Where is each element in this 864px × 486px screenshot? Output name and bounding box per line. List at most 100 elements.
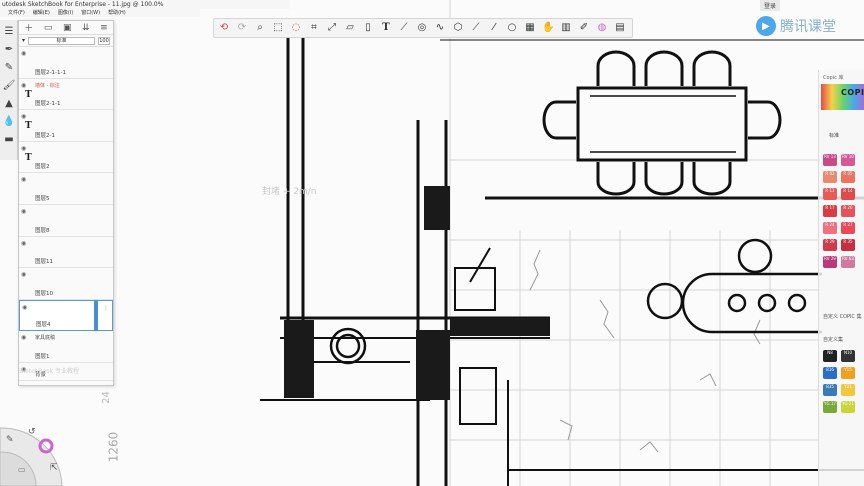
copic-swatch[interactable]: R 17 — [823, 205, 837, 217]
text-layer-icon: T — [25, 152, 32, 163]
copic-swatch[interactable]: RV 29 — [823, 256, 837, 268]
drop-icon[interactable]: 💧 — [2, 114, 16, 128]
redo-icon[interactable]: ⟳ — [236, 22, 248, 34]
ellipse-icon[interactable]: ◎ — [416, 22, 428, 34]
menu-edit[interactable]: 编辑(E) — [33, 9, 50, 17]
copic-swatch[interactable]: Y21 — [841, 384, 855, 396]
menu-icon[interactable]: ☰ — [2, 24, 16, 38]
color-wheel-icon[interactable]: ◍ — [596, 22, 608, 34]
copic-swatch[interactable]: R 14 — [841, 188, 855, 200]
stroke-icon[interactable]: ⁄ — [488, 22, 500, 34]
menu-help[interactable]: 帮助(H) — [108, 9, 126, 17]
distort-icon[interactable]: ▱ — [344, 22, 356, 34]
signin-button[interactable]: 登录 — [760, 0, 781, 11]
layer-options-icon[interactable]: ⋮ — [103, 305, 109, 312]
copic-swatch[interactable]: R 35 — [841, 239, 855, 251]
circle-icon[interactable]: ○ — [506, 22, 518, 34]
ruler-label-top: 24 — [100, 391, 112, 404]
copic-swatch[interactable]: Y15 — [841, 367, 855, 379]
eye-icon[interactable]: ◉ — [21, 145, 26, 152]
layer-name: 图层11 — [35, 259, 53, 266]
add-layer-icon[interactable]: ＋ — [24, 21, 33, 34]
opacity-field[interactable]: 100 — [98, 36, 110, 45]
eraser-icon[interactable]: ▬ — [2, 132, 16, 146]
flipbook-icon[interactable]: ▥ — [560, 22, 572, 34]
line-icon[interactable]: ⟋ — [470, 22, 482, 34]
eye-icon[interactable]: ◉ — [21, 113, 26, 120]
layers-toggle-icon[interactable]: ▤ — [614, 22, 626, 34]
layer-item[interactable]: ◉ 图层5 — [19, 173, 113, 205]
select-icon[interactable]: ⬚ — [272, 22, 284, 34]
copic-swatch[interactable]: R 05 — [841, 171, 855, 183]
layer-item[interactable]: ◉ T 图层2 — [19, 142, 113, 174]
menu-file[interactable]: 文件(F) — [8, 9, 25, 17]
pen-icon[interactable]: ✒ — [2, 42, 16, 56]
pencil-icon[interactable]: ✎ — [2, 60, 16, 74]
copic-swatch[interactable]: B16 — [823, 367, 837, 379]
copic-swatch[interactable]: YG 21 — [841, 401, 855, 413]
copic-swatch[interactable]: YG 17 — [823, 401, 837, 413]
eye-icon[interactable]: ◉ — [21, 334, 26, 341]
lagoon-radial-menu[interactable]: ✎ ↺ ⇱ ▭ — [0, 412, 80, 486]
ruler-icon[interactable]: ⟋ — [398, 22, 410, 34]
text-icon[interactable]: T — [380, 22, 392, 34]
layer-item[interactable]: ◉ 图层2-1-1-1 — [19, 47, 113, 79]
blend-mode-select[interactable]: 标准 — [28, 36, 95, 45]
copic-swatch[interactable]: N8 — [823, 350, 837, 362]
eye-icon[interactable]: ◉ — [21, 271, 26, 278]
canvas-ruler[interactable]: 24 1260 — [98, 388, 120, 486]
logo-text: 腾讯课堂 — [780, 19, 836, 35]
image-layer-icon[interactable]: ▣ — [63, 23, 72, 33]
perspective-icon[interactable]: ⬡ — [452, 22, 464, 34]
merge-icon[interactable]: ⇊ — [82, 23, 90, 33]
eye-icon[interactable]: ◉ — [22, 304, 27, 311]
more-icon[interactable]: ≡ — [100, 23, 108, 33]
zoom-icon[interactable]: ⌕ — [254, 22, 266, 34]
lasso-icon[interactable]: ◌ — [290, 22, 302, 34]
marker-icon[interactable]: ▲ — [2, 96, 16, 110]
layer-item[interactable]: ◉ 墙体 · 标注 T 图层2-1-1 — [19, 79, 113, 111]
undo-icon[interactable]: ⟲ — [218, 22, 230, 34]
copic-swatch[interactable]: N10 — [841, 350, 855, 362]
brush-library-icon[interactable]: ✐ — [578, 22, 590, 34]
layer-opacity-bar[interactable] — [94, 300, 98, 331]
copic-swatch[interactable]: R 24 — [823, 222, 837, 234]
copic-swatch[interactable]: R 29 — [823, 239, 837, 251]
copic-tab[interactable]: 标准 — [829, 132, 839, 139]
copic-swatch[interactable]: R 27 — [841, 222, 855, 234]
curve-icon[interactable]: ∿ — [434, 22, 446, 34]
menu-image[interactable]: 图像(I) — [58, 9, 73, 17]
layer-item[interactable]: ◉ 图层8 — [19, 205, 113, 237]
menu-window[interactable]: 窗口(W) — [81, 9, 100, 17]
crop-icon[interactable]: ⌗ — [308, 22, 320, 34]
layer-extra-label: 家具底稿 — [35, 335, 56, 342]
fill-icon[interactable]: ▦ — [524, 22, 536, 34]
copic-swatch[interactable]: RV 10 — [841, 154, 855, 166]
eye-icon[interactable]: ◉ — [21, 176, 26, 183]
eye-icon[interactable]: ◉ — [21, 50, 26, 57]
copic-swatch[interactable]: B35 — [823, 384, 837, 396]
lock-icon[interactable]: ▾ — [22, 37, 25, 44]
layer-item[interactable]: ◉ 图层10 — [19, 268, 113, 300]
layer-item[interactable]: ◉ 家具底稿 图层1 — [19, 331, 113, 363]
layer-name: 图层8 — [35, 227, 50, 234]
transform-icon[interactable]: ⤢ — [326, 22, 338, 34]
copic-swatch[interactable]: R 20 — [841, 205, 855, 217]
layer-item[interactable]: ◉ 图层11 — [19, 237, 113, 269]
copic-swatch[interactable]: RV 13 — [823, 154, 837, 166]
drawing-canvas[interactable] — [0, 0, 864, 486]
copic-swatch[interactable]: R 02 — [823, 171, 837, 183]
copic-brand: COPIC — [841, 88, 864, 97]
layer-item[interactable]: ◉ T 图层2-1 — [19, 110, 113, 142]
eye-icon[interactable]: ◉ — [21, 208, 26, 215]
layer-item-selected[interactable]: ◉ 图层4 ⋮ — [19, 299, 113, 332]
text-layer-icon: T — [25, 121, 32, 132]
symmetry-icon[interactable]: ▯ — [362, 22, 374, 34]
eye-icon[interactable]: ◉ — [21, 82, 26, 89]
blend-icon[interactable]: ✋ — [542, 22, 554, 34]
brush-icon[interactable]: 🖌 — [2, 78, 16, 92]
copic-swatch[interactable]: R 11 — [823, 188, 837, 200]
eye-icon[interactable]: ◉ — [21, 240, 26, 247]
folder-icon[interactable]: ▭ — [44, 23, 53, 33]
copic-swatch[interactable]: RV 63 — [841, 256, 855, 268]
